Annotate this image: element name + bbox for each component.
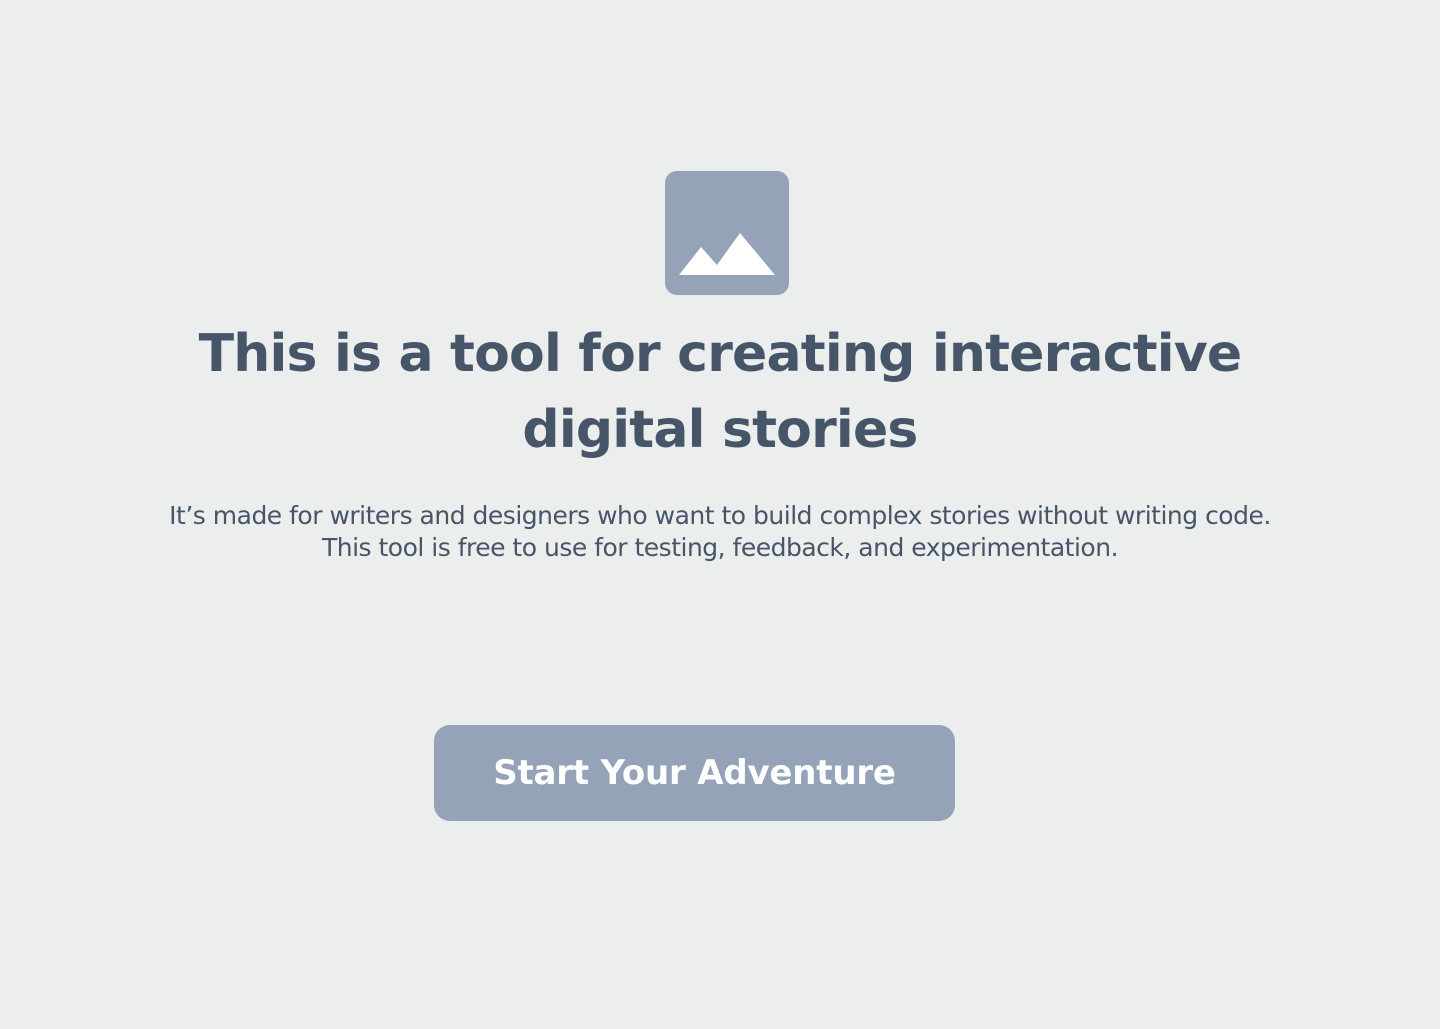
landing-page: This is a tool for creating interactive … <box>0 0 1440 1029</box>
image-placeholder <box>665 171 789 295</box>
mountain-image-icon <box>679 233 775 275</box>
page-title: This is a tool for creating interactive … <box>198 324 1243 460</box>
intro-description: It’s made for writers and designers who … <box>169 501 1271 562</box>
start-adventure-button[interactable]: Start Your Adventure <box>434 725 955 821</box>
